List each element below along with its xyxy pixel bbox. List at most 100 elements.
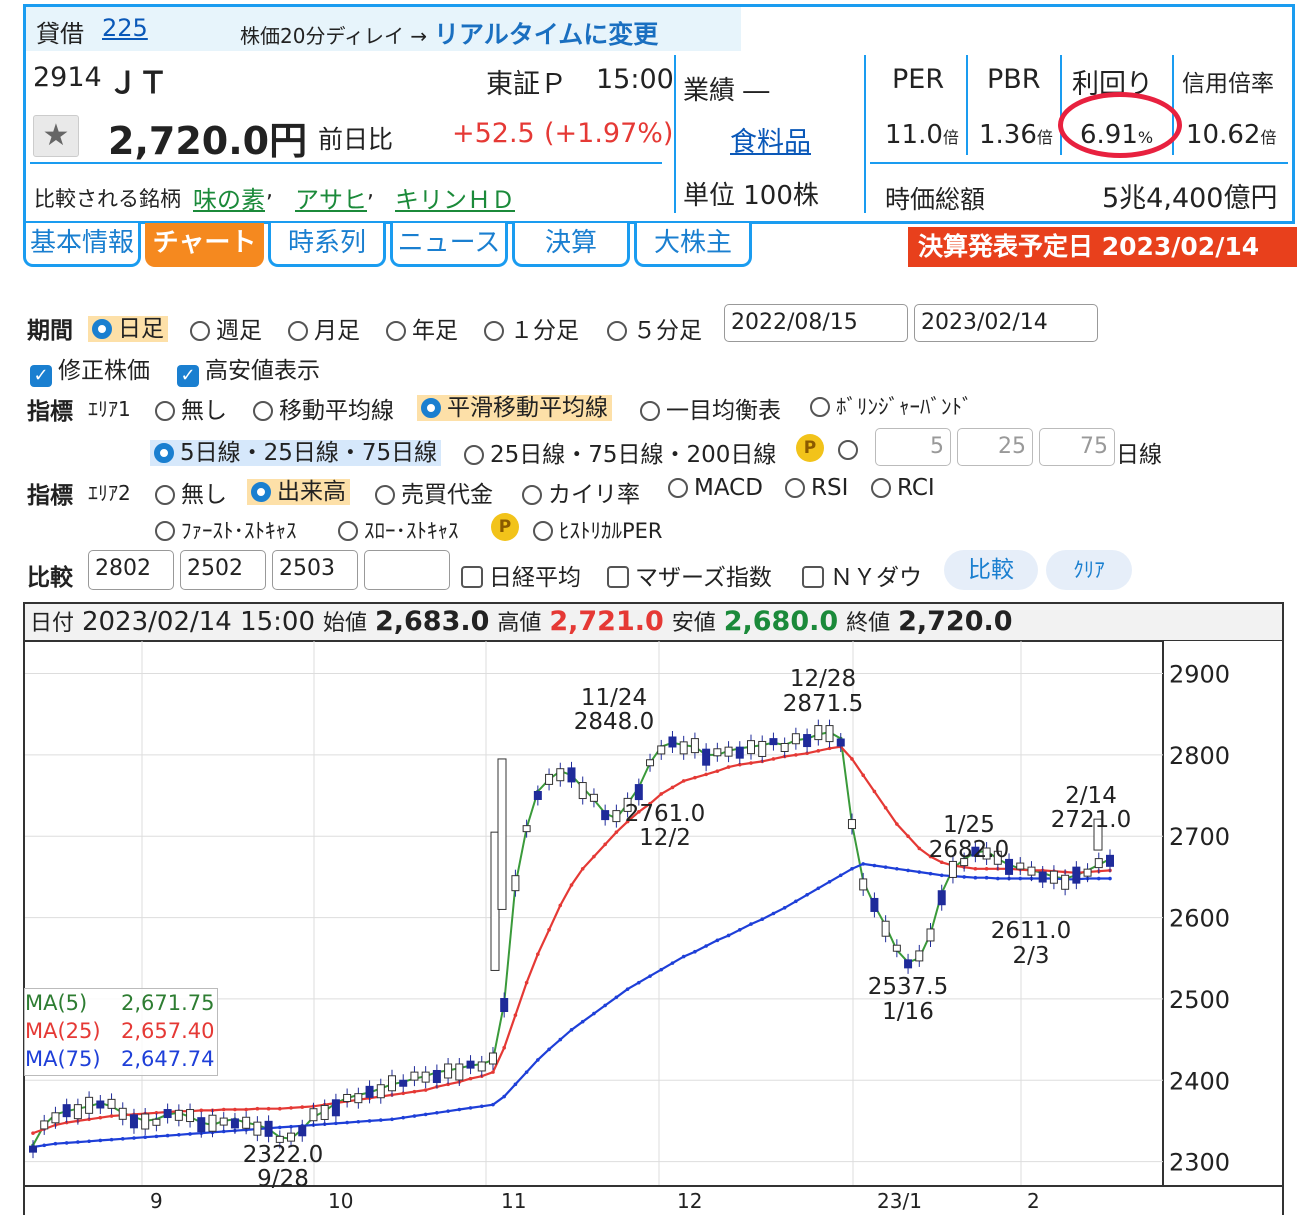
date-from-input[interactable]: 2022/08/15 <box>724 304 908 342</box>
clear-button[interactable]: ｸﾘｱ <box>1046 550 1132 590</box>
area1-smoothed-ma[interactable]: 平滑移動平均線 <box>417 388 612 422</box>
area1-ma[interactable]: 移動平均線 <box>253 391 394 425</box>
candle-body <box>758 740 767 757</box>
annotation-line1: 1/25 <box>943 812 995 838</box>
area2-rci[interactable]: RCI <box>871 475 935 501</box>
radio-selected[interactable] <box>92 319 112 339</box>
compare-stock-ajinomoto[interactable]: 味の素 <box>193 180 265 215</box>
ma-custom-1[interactable]: 5 <box>875 428 951 466</box>
radio[interactable] <box>871 478 891 498</box>
tab-basic-info[interactable]: 基本情報 <box>23 223 141 267</box>
candle-body <box>836 738 845 747</box>
realtime-link[interactable]: リアルタイムに変更 <box>434 15 658 51</box>
compare-stock-kirin[interactable]: キリンＨＤ <box>395 180 515 215</box>
compare-code-4[interactable] <box>364 550 450 590</box>
area2-none[interactable]: 無し <box>155 475 227 509</box>
compare-stock-asahi[interactable]: アサヒ <box>295 180 367 215</box>
radio[interactable] <box>810 397 830 417</box>
radio-selected[interactable] <box>251 482 271 502</box>
compare-nikkei[interactable]: 日経平均 <box>461 558 581 592</box>
compare-mothers[interactable]: マザーズ指数 <box>607 558 772 592</box>
period-5min[interactable]: ５分足 <box>607 311 702 345</box>
area2-slow-stoch[interactable]: ｽﾛｰ･ｽﾄｷｬｽ <box>338 515 459 545</box>
index-225-link[interactable]: 225 <box>102 14 148 42</box>
tab-earnings[interactable]: 決算 <box>512 223 630 267</box>
period-yearly[interactable]: 年足 <box>386 311 458 345</box>
checkbox[interactable] <box>461 566 483 588</box>
period-1min[interactable]: １分足 <box>484 311 579 345</box>
check-icon[interactable]: ✓ <box>177 365 199 387</box>
period-weekly[interactable]: 週足 <box>190 311 262 345</box>
radio[interactable] <box>155 521 175 541</box>
compare-nydow[interactable]: ＮＹダウ <box>802 558 922 592</box>
ma-point <box>378 1118 383 1122</box>
radio[interactable] <box>253 401 273 421</box>
area2-fast-stoch[interactable]: ﾌｧｰｽﾄ･ｽﾄｷｬｽ <box>155 515 297 545</box>
comma: , <box>266 178 273 203</box>
ma-point <box>771 911 776 916</box>
compare-button[interactable]: 比較 <box>944 550 1038 590</box>
area2-hist-per[interactable]: ﾋｽﾄﾘｶﾙPER <box>533 515 663 545</box>
market-name: 東証Ｐ <box>486 69 567 100</box>
adjusted-price-check[interactable]: ✓ 修正株価 <box>30 351 150 387</box>
ma-custom-radio[interactable] <box>838 437 864 463</box>
radio[interactable] <box>522 485 542 505</box>
favorite-button[interactable]: ★ <box>33 115 79 157</box>
ma-point <box>98 1138 103 1143</box>
radio[interactable] <box>386 321 406 341</box>
x-tick-label: 9 <box>150 1189 163 1213</box>
ma-25-75-200[interactable]: 25日線・75日線・200日線 <box>464 435 776 469</box>
ma-5-25-75[interactable]: 5日線・25日線・75日線 <box>150 433 442 467</box>
candle-body <box>40 1120 49 1130</box>
ma-custom-2[interactable]: 25 <box>957 428 1033 466</box>
highlow-check[interactable]: ✓ 高安値表示 <box>177 351 320 387</box>
radio[interactable] <box>838 440 858 460</box>
candle-body <box>511 875 520 892</box>
radio[interactable] <box>640 401 660 421</box>
area2-turnover[interactable]: 売買代金 <box>375 475 493 509</box>
radio-selected[interactable] <box>154 443 174 463</box>
area1-ichimoku[interactable]: 一目均衡表 <box>640 391 781 425</box>
radio[interactable] <box>484 321 504 341</box>
radio[interactable] <box>190 321 210 341</box>
compare-code-2[interactable]: 2502 <box>180 550 266 590</box>
price-chart[interactable]: 2300 2400 2500 2600 2700 2800 2900 9 10 11 12 23/1 2… <box>23 641 1284 1215</box>
area1-bollinger[interactable]: ﾎﾞﾘﾝｼﾞｬｰﾊﾞﾝﾄﾞ <box>810 391 973 421</box>
area2-macd[interactable]: MACD <box>668 475 763 501</box>
checkbox[interactable] <box>802 566 824 588</box>
radio[interactable] <box>155 401 175 421</box>
candle-body <box>870 897 879 912</box>
tab-news[interactable]: ニュース <box>390 223 508 267</box>
ma-point <box>715 769 720 773</box>
radio[interactable] <box>464 445 484 465</box>
area2-deviation[interactable]: カイリ率 <box>522 475 640 509</box>
compare-code-1[interactable]: 2802 <box>88 550 174 590</box>
ma-custom-3[interactable]: 75 <box>1039 428 1115 466</box>
radio[interactable] <box>338 521 358 541</box>
radio[interactable] <box>155 485 175 505</box>
area1-none[interactable]: 無し <box>155 391 227 425</box>
radio[interactable] <box>375 485 395 505</box>
radio[interactable] <box>288 321 308 341</box>
ma-suffix: 日線 <box>1116 442 1162 468</box>
compare-code-3[interactable]: 2503 <box>272 550 358 590</box>
area2-volume[interactable]: 出来高 <box>247 472 350 506</box>
ma-point <box>502 1045 506 1050</box>
radio[interactable] <box>533 521 553 541</box>
check-icon[interactable]: ✓ <box>30 365 52 387</box>
tab-shareholders[interactable]: 大株主 <box>634 223 752 267</box>
radio[interactable] <box>607 321 627 341</box>
period-daily[interactable]: 日足 <box>88 309 168 343</box>
radio[interactable] <box>668 478 688 498</box>
tab-timeseries[interactable]: 時系列 <box>268 223 386 267</box>
sector-link[interactable]: 食料品 <box>730 120 811 159</box>
per-value: 11.0倍 <box>885 120 959 150</box>
period-monthly[interactable]: 月足 <box>288 311 360 345</box>
radio-selected[interactable] <box>421 398 441 418</box>
period-label: 期間 <box>27 318 73 344</box>
area2-rsi[interactable]: RSI <box>785 475 848 501</box>
tab-chart[interactable]: チャート <box>145 223 264 267</box>
date-to-input[interactable]: 2023/02/14 <box>914 304 1098 342</box>
radio[interactable] <box>785 478 805 498</box>
checkbox[interactable] <box>607 566 629 588</box>
